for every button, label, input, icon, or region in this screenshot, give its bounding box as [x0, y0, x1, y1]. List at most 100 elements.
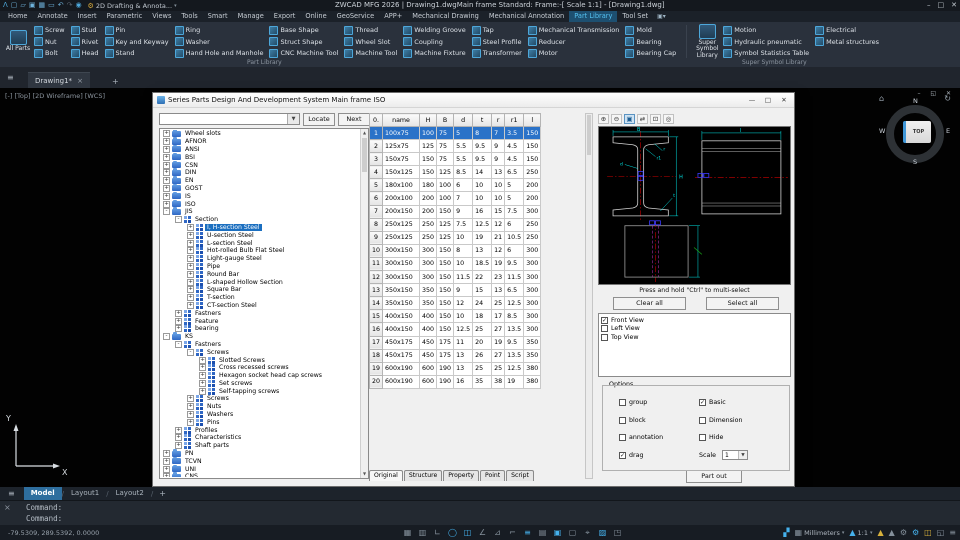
row-number-cell[interactable]: 20	[370, 375, 383, 388]
tree-item-iso[interactable]: +ISO	[161, 200, 359, 208]
workspace-gear-icon[interactable]: ⚙	[900, 528, 907, 537]
row-number-cell[interactable]: 2	[370, 140, 383, 153]
expand-icon[interactable]: +	[187, 255, 194, 262]
table-cell[interactable]: 100	[437, 179, 454, 192]
redo-icon[interactable]: ↷	[67, 0, 73, 11]
table-cell[interactable]: 350x150	[383, 297, 420, 310]
table-row[interactable]: 9250x12525012510192110.5250	[370, 231, 541, 244]
table-cell[interactable]: 13	[473, 244, 492, 257]
dialog-tab-script[interactable]: Script	[506, 470, 534, 481]
close-button[interactable]: ✕	[951, 0, 957, 11]
table-row[interactable]: 10300x150300150813126300	[370, 244, 541, 257]
table-cell[interactable]: 380	[524, 362, 541, 375]
table-cell[interactable]: 350	[524, 349, 541, 362]
compass-west[interactable]: W	[879, 127, 885, 135]
table-cell[interactable]: 400x150	[383, 323, 420, 336]
part-out-button[interactable]: Part out	[686, 470, 742, 483]
annotation-monitor-icon[interactable]: ⌖	[580, 525, 595, 540]
snap-icon[interactable]: ▥	[415, 525, 430, 540]
expand-icon[interactable]: +	[187, 224, 194, 231]
table-cell[interactable]: 450x175	[383, 349, 420, 362]
layout-tab-layout1[interactable]: Layout1	[64, 487, 106, 500]
expand-icon[interactable]: +	[187, 419, 194, 426]
table-cell[interactable]: 200	[524, 192, 541, 205]
table-row[interactable]: 19600x19060019013252512.5380	[370, 362, 541, 375]
ribbon-item-machine-tool[interactable]: Machine Tool	[344, 48, 397, 59]
parts-tree[interactable]: +Wheel slots+AFNOR+ANSI+BSI+CSN+DIN+EN+G…	[159, 128, 369, 479]
expand-icon[interactable]: +	[163, 162, 170, 169]
tree-item-screws[interactable]: -Screws	[161, 348, 359, 356]
scale-combobox[interactable]: 1▼	[722, 450, 748, 460]
row-number-cell[interactable]: 18	[370, 349, 383, 362]
table-cell[interactable]: 200x100	[383, 192, 420, 205]
table-cell[interactable]: 10	[492, 179, 505, 192]
table-row[interactable]: 20600x19060019016353819380	[370, 375, 541, 388]
row-number-cell[interactable]: 9	[370, 231, 383, 244]
row-number-cell[interactable]: 10	[370, 244, 383, 257]
ribbon-item-welding-groove[interactable]: Welding Groove	[403, 25, 465, 36]
table-cell[interactable]: 13	[492, 166, 505, 179]
fullscreen-icon[interactable]: ◱	[937, 528, 945, 537]
expand-icon[interactable]: +	[199, 364, 206, 371]
expand-icon[interactable]: +	[163, 193, 170, 200]
tree-item-self-tapping-screws[interactable]: +Self-tapping screws	[161, 387, 359, 395]
ribbon-item-hand-hole-and-manhole[interactable]: Hand Hole and Manhole	[175, 48, 264, 59]
new-file-icon[interactable]: ▢	[11, 0, 18, 11]
table-cell[interactable]: 200x150	[383, 205, 420, 218]
transparency-icon[interactable]: ▤	[535, 525, 550, 540]
ribbon-item-coupling[interactable]: Coupling	[403, 37, 465, 48]
tree-item-ct-section-steel[interactable]: +CT-section Steel	[161, 302, 359, 310]
tree-item-pins[interactable]: +Pins	[161, 418, 359, 426]
tree-item-cns[interactable]: +CNS	[161, 473, 359, 477]
table-cell[interactable]: 150	[524, 127, 541, 140]
table-row[interactable]: 5180x100180100610105200	[370, 179, 541, 192]
compass-east[interactable]: E	[946, 127, 950, 135]
row-number-cell[interactable]: 6	[370, 192, 383, 205]
menu-tab-manage[interactable]: Manage	[233, 11, 269, 22]
home-icon[interactable]: ⌂	[879, 94, 884, 103]
collapse-icon[interactable]: -	[163, 208, 170, 215]
table-cell[interactable]: 300	[524, 323, 541, 336]
expand-icon[interactable]: +	[187, 294, 194, 301]
menu-tab-part-library[interactable]: Part Library	[569, 11, 617, 22]
column-header-l[interactable]: l	[524, 114, 541, 127]
minimize-button[interactable]: –	[927, 0, 931, 11]
table-cell[interactable]: 180	[420, 179, 437, 192]
row-number-cell[interactable]: 16	[370, 323, 383, 336]
table-row[interactable]: 15400x1504001501018178.5300	[370, 310, 541, 323]
table-cell[interactable]: 300	[420, 257, 437, 270]
tree-item-nuts[interactable]: +Nuts	[161, 403, 359, 411]
expand-icon[interactable]: +	[187, 247, 194, 254]
table-cell[interactable]: 150	[437, 310, 454, 323]
table-cell[interactable]: 300	[524, 244, 541, 257]
menu-tab-views[interactable]: Views	[147, 11, 176, 22]
table-cell[interactable]: 6	[454, 179, 473, 192]
annotation-visibility-icon[interactable]: ▲	[878, 528, 884, 537]
tree-item-round-bar[interactable]: +Round Bar	[161, 270, 359, 278]
ribbon-item-motion[interactable]: Motion	[723, 25, 809, 36]
scale-selector[interactable]: Scale1▼	[699, 451, 779, 460]
tree-item-light-gauge-steel[interactable]: +Light-gauge Steel	[161, 255, 359, 263]
table-cell[interactable]: 13.5	[505, 323, 524, 336]
annotation-scale-selector[interactable]: ▲ 1:1 ▾	[849, 528, 872, 537]
dialog-minimize-button[interactable]: —	[746, 94, 758, 106]
menu-tab-app+[interactable]: APP+	[379, 11, 407, 22]
row-number-cell[interactable]: 19	[370, 362, 383, 375]
table-cell[interactable]: 350	[420, 297, 437, 310]
units-selector[interactable]: ▦ Millimeters ▾	[795, 528, 845, 537]
table-cell[interactable]: 9	[492, 140, 505, 153]
dialog-maximize-button[interactable]: □	[762, 94, 774, 106]
tree-item-tcvn[interactable]: +TCVN	[161, 457, 359, 465]
tree-item-bsi[interactable]: +BSI	[161, 153, 359, 161]
table-cell[interactable]: 10	[473, 192, 492, 205]
tree-item-bearing[interactable]: +bearing	[161, 325, 359, 333]
table-cell[interactable]: 180x100	[383, 179, 420, 192]
table-cell[interactable]: 190	[437, 362, 454, 375]
locate-center-icon[interactable]: ◎	[663, 114, 674, 124]
table-cell[interactable]: 200	[420, 205, 437, 218]
row-number-cell[interactable]: 13	[370, 284, 383, 297]
ribbon-item-bearing[interactable]: Bearing	[625, 37, 676, 48]
ribbon-item-nut[interactable]: Nut	[34, 37, 65, 48]
table-row[interactable]: 11300x1503001501018.5199.5300	[370, 257, 541, 270]
scroll-down-icon[interactable]: ▼	[361, 470, 368, 478]
